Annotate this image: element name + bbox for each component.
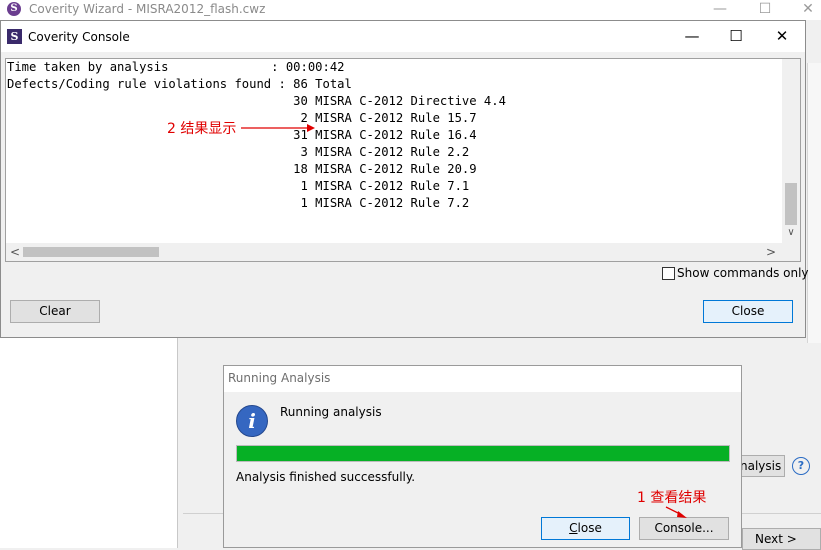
question-circle-icon[interactable]: ? <box>792 457 810 475</box>
output-line: 31 MISRA C-2012 Rule 16.4 <box>7 128 477 142</box>
next-button[interactable]: Next > <box>742 528 821 550</box>
console-maximize-icon[interactable]: ☐ <box>713 21 759 52</box>
console-close-icon[interactable]: ✕ <box>759 21 805 52</box>
clear-button[interactable]: Clear <box>10 300 100 323</box>
annotation-view-result: 1 查看结果 <box>637 490 707 506</box>
wizard-window-title: Coverity Wizard - MISRA2012_flash.cwz <box>29 2 266 16</box>
dialog-message: Running analysis <box>280 405 382 419</box>
analysis-progress-bar <box>236 445 730 462</box>
output-line: 30 MISRA C-2012 Directive 4.4 <box>7 94 506 108</box>
output-line: 1 MISRA C-2012 Rule 7.2 <box>7 196 470 210</box>
output-line: 18 MISRA C-2012 Rule 20.9 <box>7 162 477 176</box>
scroll-right-arrow-icon[interactable]: > <box>764 244 778 260</box>
show-commands-only-checkbox[interactable] <box>662 267 675 280</box>
horizontal-scrollbar[interactable]: < > <box>6 243 782 261</box>
console-button[interactable]: Console... <box>639 517 729 540</box>
wizard-close-icon[interactable]: ✕ <box>785 0 821 20</box>
output-line: Time taken by analysis : 00:00:42 <box>7 60 345 74</box>
coverity-app-icon: S <box>7 2 21 16</box>
annotation-arrow-down-icon <box>665 506 687 518</box>
run-analysis-button[interactable]: nalysis <box>735 455 785 477</box>
vertical-scroll-thumb[interactable] <box>785 183 797 225</box>
show-commands-only-label[interactable]: Show commands only <box>677 266 809 280</box>
scroll-corner <box>782 243 800 261</box>
info-icon: i <box>236 405 268 437</box>
scroll-down-arrow-icon[interactable]: ∨ <box>785 225 797 241</box>
output-line: Defects/Coding rule violations found : 8… <box>7 77 352 91</box>
dialog-title: Running Analysis <box>228 371 331 385</box>
progress-fill <box>237 446 729 461</box>
analysis-status-text: Analysis finished successfully. <box>236 470 416 484</box>
coverity-console-window: S Coverity Console — ☐ ✕ Time taken by a… <box>0 20 809 338</box>
output-line: 3 MISRA C-2012 Rule 2.2 <box>7 145 470 159</box>
wizard-minimize-icon[interactable]: — <box>697 0 743 20</box>
coverity-app-icon: S <box>7 29 22 44</box>
running-analysis-dialog: Running Analysis i Running analysis Anal… <box>223 365 742 548</box>
scroll-left-arrow-icon[interactable]: < <box>8 244 22 260</box>
wizard-maximize-icon[interactable]: ☐ <box>742 0 788 20</box>
console-close-button[interactable]: Close <box>703 300 793 323</box>
console-window-title: Coverity Console <box>28 30 130 44</box>
wizard-right-panel <box>807 63 821 343</box>
output-line: 1 MISRA C-2012 Rule 7.1 <box>7 179 470 193</box>
horizontal-scroll-thumb[interactable] <box>23 247 159 257</box>
annotation-arrow-right-icon <box>241 124 315 132</box>
output-line: 2 MISRA C-2012 Rule 15.7 <box>7 111 477 125</box>
dialog-close-button[interactable]: Close <box>541 517 630 540</box>
console-output-area[interactable]: Time taken by analysis : 00:00:42 Defect… <box>5 58 801 262</box>
annotation-result-display: 2 结果显示 <box>167 121 237 137</box>
console-minimize-icon[interactable]: — <box>669 21 715 52</box>
dialog-close-label: lose <box>577 521 602 535</box>
wizard-left-panel <box>0 338 178 548</box>
vertical-scrollbar[interactable]: ∨ <box>782 59 800 243</box>
console-output-text: Time taken by analysis : 00:00:42 Defect… <box>6 59 782 243</box>
